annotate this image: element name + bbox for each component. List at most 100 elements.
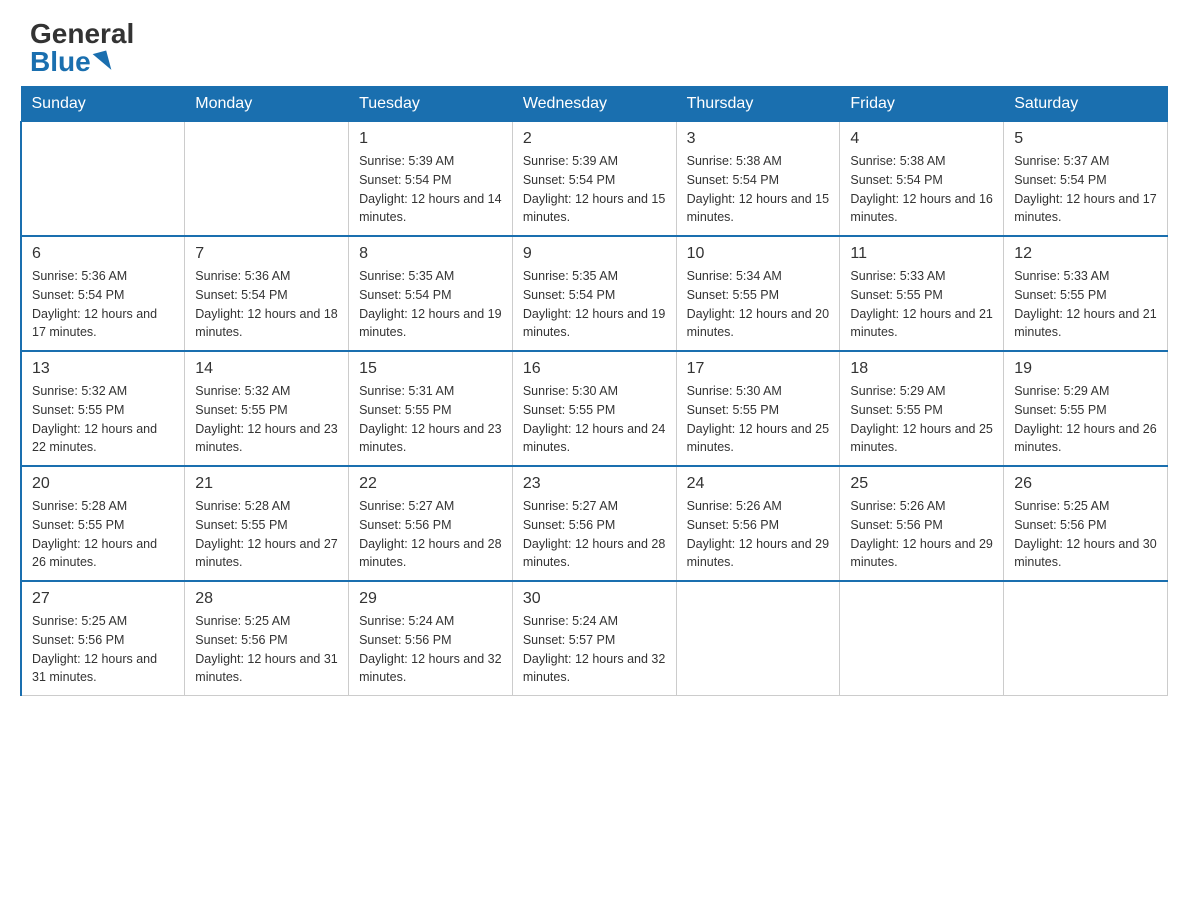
weekday-header-saturday: Saturday bbox=[1004, 87, 1168, 122]
logo: General Blue bbox=[30, 20, 134, 76]
sun-info: Sunrise: 5:24 AMSunset: 5:57 PMDaylight:… bbox=[523, 612, 666, 687]
day-number: 25 bbox=[850, 475, 993, 493]
weekday-header-friday: Friday bbox=[840, 87, 1004, 122]
sun-info: Sunrise: 5:39 AMSunset: 5:54 PMDaylight:… bbox=[359, 152, 502, 227]
day-number: 12 bbox=[1014, 245, 1157, 263]
calendar-container: SundayMondayTuesdayWednesdayThursdayFrid… bbox=[0, 86, 1188, 716]
calendar-cell bbox=[676, 581, 840, 696]
calendar-cell: 4 Sunrise: 5:38 AMSunset: 5:54 PMDaylight… bbox=[840, 122, 1004, 237]
calendar-cell: 9 Sunrise: 5:35 AMSunset: 5:54 PMDaylight… bbox=[512, 236, 676, 351]
sun-info: Sunrise: 5:38 AMSunset: 5:54 PMDaylight:… bbox=[850, 152, 993, 227]
day-number: 13 bbox=[32, 360, 174, 378]
day-number: 26 bbox=[1014, 475, 1157, 493]
calendar-table: SundayMondayTuesdayWednesdayThursdayFrid… bbox=[20, 86, 1168, 696]
sun-info: Sunrise: 5:29 AMSunset: 5:55 PMDaylight:… bbox=[1014, 382, 1157, 457]
day-number: 16 bbox=[523, 360, 666, 378]
calendar-cell bbox=[840, 581, 1004, 696]
calendar-cell: 28 Sunrise: 5:25 AMSunset: 5:56 PMDayligh… bbox=[185, 581, 349, 696]
sun-info: Sunrise: 5:25 AMSunset: 5:56 PMDaylight:… bbox=[195, 612, 338, 687]
calendar-cell: 6 Sunrise: 5:36 AMSunset: 5:54 PMDaylight… bbox=[21, 236, 185, 351]
calendar-cell bbox=[185, 122, 349, 237]
page-header: General Blue bbox=[0, 0, 1188, 86]
sun-info: Sunrise: 5:36 AMSunset: 5:54 PMDaylight:… bbox=[32, 267, 174, 342]
sun-info: Sunrise: 5:28 AMSunset: 5:55 PMDaylight:… bbox=[32, 497, 174, 572]
day-number: 22 bbox=[359, 475, 502, 493]
logo-blue-text: Blue bbox=[30, 48, 109, 76]
calendar-cell: 11 Sunrise: 5:33 AMSunset: 5:55 PMDayligh… bbox=[840, 236, 1004, 351]
calendar-cell: 15Sunrise: 5:31 AMSunset: 5:55 PMDayligh… bbox=[349, 351, 513, 466]
sun-info: Sunrise: 5:27 AMSunset: 5:56 PMDaylight:… bbox=[359, 497, 502, 572]
calendar-cell: 5 Sunrise: 5:37 AMSunset: 5:54 PMDaylight… bbox=[1004, 122, 1168, 237]
calendar-cell: 22 Sunrise: 5:27 AMSunset: 5:56 PMDayligh… bbox=[349, 466, 513, 581]
day-number: 1 bbox=[359, 130, 502, 148]
sun-info: Sunrise: 5:25 AMSunset: 5:56 PMDaylight:… bbox=[1014, 497, 1157, 572]
sun-info: Sunrise: 5:30 AMSunset: 5:55 PMDaylight:… bbox=[523, 382, 666, 457]
sun-info: Sunrise: 5:35 AMSunset: 5:54 PMDaylight:… bbox=[359, 267, 502, 342]
calendar-cell: 30Sunrise: 5:24 AMSunset: 5:57 PMDayligh… bbox=[512, 581, 676, 696]
day-number: 28 bbox=[195, 590, 338, 608]
week-row-2: 6 Sunrise: 5:36 AMSunset: 5:54 PMDaylight… bbox=[21, 236, 1168, 351]
calendar-cell: 2Sunrise: 5:39 AMSunset: 5:54 PMDaylight… bbox=[512, 122, 676, 237]
sun-info: Sunrise: 5:32 AMSunset: 5:55 PMDaylight:… bbox=[32, 382, 174, 457]
sun-info: Sunrise: 5:33 AMSunset: 5:55 PMDaylight:… bbox=[1014, 267, 1157, 342]
sun-info: Sunrise: 5:28 AMSunset: 5:55 PMDaylight:… bbox=[195, 497, 338, 572]
day-number: 10 bbox=[687, 245, 830, 263]
calendar-cell: 7 Sunrise: 5:36 AMSunset: 5:54 PMDaylight… bbox=[185, 236, 349, 351]
weekday-header-row: SundayMondayTuesdayWednesdayThursdayFrid… bbox=[21, 87, 1168, 122]
sun-info: Sunrise: 5:31 AMSunset: 5:55 PMDaylight:… bbox=[359, 382, 502, 457]
day-number: 18 bbox=[850, 360, 993, 378]
day-number: 5 bbox=[1014, 130, 1157, 148]
day-number: 6 bbox=[32, 245, 174, 263]
day-number: 11 bbox=[850, 245, 993, 263]
sun-info: Sunrise: 5:32 AMSunset: 5:55 PMDaylight:… bbox=[195, 382, 338, 457]
day-number: 27 bbox=[32, 590, 174, 608]
weekday-header-monday: Monday bbox=[185, 87, 349, 122]
calendar-cell: 14 Sunrise: 5:32 AMSunset: 5:55 PMDayligh… bbox=[185, 351, 349, 466]
sun-info: Sunrise: 5:35 AMSunset: 5:54 PMDaylight:… bbox=[523, 267, 666, 342]
sun-info: Sunrise: 5:36 AMSunset: 5:54 PMDaylight:… bbox=[195, 267, 338, 342]
sun-info: Sunrise: 5:27 AMSunset: 5:56 PMDaylight:… bbox=[523, 497, 666, 572]
calendar-cell: 19 Sunrise: 5:29 AMSunset: 5:55 PMDayligh… bbox=[1004, 351, 1168, 466]
sun-info: Sunrise: 5:38 AMSunset: 5:54 PMDaylight:… bbox=[687, 152, 830, 227]
calendar-cell: 23 Sunrise: 5:27 AMSunset: 5:56 PMDayligh… bbox=[512, 466, 676, 581]
day-number: 29 bbox=[359, 590, 502, 608]
day-number: 8 bbox=[359, 245, 502, 263]
day-number: 23 bbox=[523, 475, 666, 493]
calendar-cell bbox=[1004, 581, 1168, 696]
calendar-cell: 12 Sunrise: 5:33 AMSunset: 5:55 PMDayligh… bbox=[1004, 236, 1168, 351]
day-number: 14 bbox=[195, 360, 338, 378]
day-number: 24 bbox=[687, 475, 830, 493]
calendar-cell: 27Sunrise: 5:25 AMSunset: 5:56 PMDayligh… bbox=[21, 581, 185, 696]
calendar-cell: 8 Sunrise: 5:35 AMSunset: 5:54 PMDaylight… bbox=[349, 236, 513, 351]
calendar-cell: 20 Sunrise: 5:28 AMSunset: 5:55 PMDayligh… bbox=[21, 466, 185, 581]
sun-info: Sunrise: 5:34 AMSunset: 5:55 PMDaylight:… bbox=[687, 267, 830, 342]
calendar-cell: 16 Sunrise: 5:30 AMSunset: 5:55 PMDayligh… bbox=[512, 351, 676, 466]
calendar-cell: 29 Sunrise: 5:24 AMSunset: 5:56 PMDayligh… bbox=[349, 581, 513, 696]
day-number: 9 bbox=[523, 245, 666, 263]
calendar-cell: 13 Sunrise: 5:32 AMSunset: 5:55 PMDayligh… bbox=[21, 351, 185, 466]
day-number: 21 bbox=[195, 475, 338, 493]
week-row-5: 27 Sunrise: 5:25 AMSunset: 5:56 PMDayligh… bbox=[21, 581, 1168, 696]
calendar-cell: 21 Sunrise: 5:28 AMSunset: 5:55 PMDayligh… bbox=[185, 466, 349, 581]
week-row-3: 13 Sunrise: 5:32 AMSunset: 5:55 PMDayligh… bbox=[21, 351, 1168, 466]
calendar-cell: 17Sunrise: 5:30 AMSunset: 5:55 PMDayligh… bbox=[676, 351, 840, 466]
sun-info: Sunrise: 5:24 AMSunset: 5:56 PMDaylight:… bbox=[359, 612, 502, 687]
weekday-header-sunday: Sunday bbox=[21, 87, 185, 122]
day-number: 7 bbox=[195, 245, 338, 263]
calendar-cell: 18Sunrise: 5:29 AMSunset: 5:55 PMDayligh… bbox=[840, 351, 1004, 466]
day-number: 4 bbox=[850, 130, 993, 148]
calendar-cell: 26 Sunrise: 5:25 AMSunset: 5:56 PMDayligh… bbox=[1004, 466, 1168, 581]
weekday-header-wednesday: Wednesday bbox=[512, 87, 676, 122]
sun-info: Sunrise: 5:26 AMSunset: 5:56 PMDaylight:… bbox=[687, 497, 830, 572]
sun-info: Sunrise: 5:33 AMSunset: 5:55 PMDaylight:… bbox=[850, 267, 993, 342]
calendar-cell: 10 Sunrise: 5:34 AMSunset: 5:55 PMDayligh… bbox=[676, 236, 840, 351]
sun-info: Sunrise: 5:37 AMSunset: 5:54 PMDaylight:… bbox=[1014, 152, 1157, 227]
calendar-cell: 24 Sunrise: 5:26 AMSunset: 5:56 PMDayligh… bbox=[676, 466, 840, 581]
day-number: 17 bbox=[687, 360, 830, 378]
logo-general-text: General bbox=[30, 20, 134, 48]
day-number: 19 bbox=[1014, 360, 1157, 378]
calendar-cell bbox=[21, 122, 185, 237]
calendar-cell: 3Sunrise: 5:38 AMSunset: 5:54 PMDaylight… bbox=[676, 122, 840, 237]
week-row-4: 20 Sunrise: 5:28 AMSunset: 5:55 PMDayligh… bbox=[21, 466, 1168, 581]
day-number: 20 bbox=[32, 475, 174, 493]
